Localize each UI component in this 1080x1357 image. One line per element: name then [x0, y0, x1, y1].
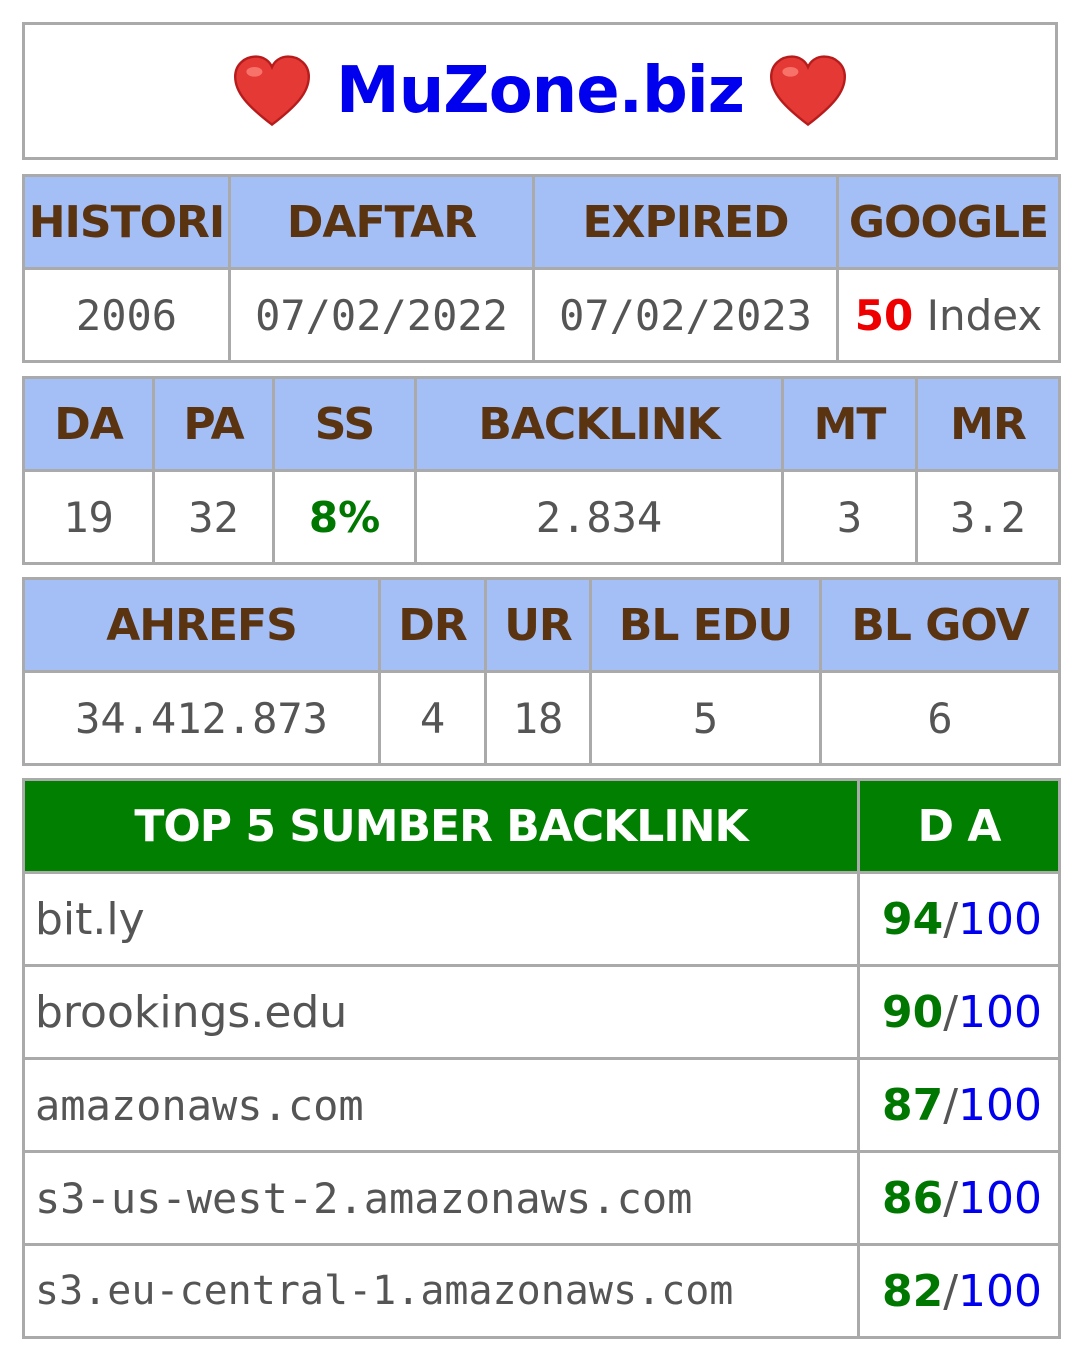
value-ahrefs: 34.412.873: [22, 670, 381, 766]
site-title-box: MuZone.biz: [22, 22, 1058, 160]
moz-metrics-table: DA PA SS BACKLINK MT MR 19 32 8% 2.834 3…: [22, 376, 1061, 565]
da-max: 100: [958, 1172, 1042, 1224]
da-separator: /: [943, 893, 959, 945]
value-pa: 32: [152, 469, 275, 565]
backlink-source-da: 90/100: [857, 964, 1061, 1060]
table-header-row: AHREFS DR UR BL EDU BL GOV: [22, 577, 1061, 673]
da-score: 82: [881, 1265, 944, 1317]
header-daftar: DAFTAR: [228, 174, 535, 270]
value-ur: 18: [484, 670, 592, 766]
header-histori: HISTORI: [22, 174, 231, 270]
da-separator: /: [943, 986, 959, 1038]
da-separator: /: [943, 1265, 959, 1317]
header-top-sources: TOP 5 SUMBER BACKLINK: [22, 778, 860, 874]
header-ur: UR: [484, 577, 592, 673]
header-bl-edu: BL EDU: [589, 577, 822, 673]
value-expired: 07/02/2023: [532, 267, 839, 363]
value-histori: 2006: [22, 267, 231, 363]
da-separator: /: [943, 1172, 959, 1224]
header-mt: MT: [781, 376, 918, 472]
heart-icon: [769, 55, 846, 127]
header-mr: MR: [915, 376, 1061, 472]
header-backlink: BACKLINK: [414, 376, 784, 472]
backlink-source-site: amazonaws.com: [22, 1057, 860, 1153]
backlink-source-da: 86/100: [857, 1150, 1061, 1246]
backlink-source-site: s3-us-west-2.amazonaws.com: [22, 1150, 860, 1246]
top-backlinks-table: TOP 5 SUMBER BACKLINK D A bit.ly 94/100 …: [22, 778, 1061, 1339]
table-row: bit.ly 94/100: [22, 871, 1061, 967]
da-score: 90: [881, 986, 944, 1038]
site-title: MuZone.biz: [336, 54, 745, 128]
table-row: brookings.edu 90/100: [22, 964, 1061, 1060]
header-ahrefs: AHREFS: [22, 577, 381, 673]
header-da: DA: [22, 376, 155, 472]
da-separator: /: [943, 1079, 959, 1131]
backlink-source-site: s3.eu-central-1.amazonaws.com: [22, 1243, 860, 1339]
backlink-source-da: 82/100: [857, 1243, 1061, 1339]
value-daftar: 07/02/2022: [228, 267, 535, 363]
table-row: s3.eu-central-1.amazonaws.com 82/100: [22, 1243, 1061, 1339]
backlink-source-site: bit.ly: [22, 871, 860, 967]
header-google: GOOGLE: [836, 174, 1061, 270]
value-bl-gov: 6: [819, 670, 1061, 766]
table-header-row: TOP 5 SUMBER BACKLINK D A: [22, 778, 1061, 874]
table-row: amazonaws.com 87/100: [22, 1057, 1061, 1153]
da-max: 100: [958, 1079, 1042, 1131]
header-expired: EXPIRED: [532, 174, 839, 270]
google-index-label: Index: [913, 290, 1043, 340]
table-row: 2006 07/02/2022 07/02/2023 50 Index: [22, 267, 1061, 363]
backlink-source-site: brookings.edu: [22, 964, 860, 1060]
value-mt: 3: [781, 469, 918, 565]
backlink-source-da: 94/100: [857, 871, 1061, 967]
heart-icon: [234, 55, 311, 127]
header-pa: PA: [152, 376, 275, 472]
value-da: 19: [22, 469, 155, 565]
table-header-row: HISTORI DAFTAR EXPIRED GOOGLE: [22, 174, 1061, 270]
table-row: 34.412.873 4 18 5 6: [22, 670, 1061, 766]
da-max: 100: [958, 1265, 1042, 1317]
table-row: 19 32 8% 2.834 3 3.2: [22, 469, 1061, 565]
google-index-count: 50: [854, 290, 914, 340]
table-header-row: DA PA SS BACKLINK MT MR: [22, 376, 1061, 472]
da-score: 94: [881, 893, 944, 945]
da-score: 86: [881, 1172, 944, 1224]
value-bl-edu: 5: [589, 670, 822, 766]
header-da-score: D A: [857, 778, 1061, 874]
domain-info-table: HISTORI DAFTAR EXPIRED GOOGLE 2006 07/02…: [22, 174, 1061, 363]
backlink-source-da: 87/100: [857, 1057, 1061, 1153]
table-row: s3-us-west-2.amazonaws.com 86/100: [22, 1150, 1061, 1246]
header-dr: DR: [378, 577, 487, 673]
value-mr: 3.2: [915, 469, 1061, 565]
spam-score-value: 8%: [308, 492, 381, 542]
value-backlink: 2.834: [414, 469, 784, 565]
value-dr: 4: [378, 670, 487, 766]
header-ss: SS: [272, 376, 417, 472]
value-google: 50 Index: [836, 267, 1061, 363]
da-score: 87: [881, 1079, 944, 1131]
da-max: 100: [958, 986, 1042, 1038]
header-bl-gov: BL GOV: [819, 577, 1061, 673]
ahrefs-metrics-table: AHREFS DR UR BL EDU BL GOV 34.412.873 4 …: [22, 577, 1061, 766]
da-max: 100: [958, 893, 1042, 945]
value-ss: 8%: [272, 469, 417, 565]
